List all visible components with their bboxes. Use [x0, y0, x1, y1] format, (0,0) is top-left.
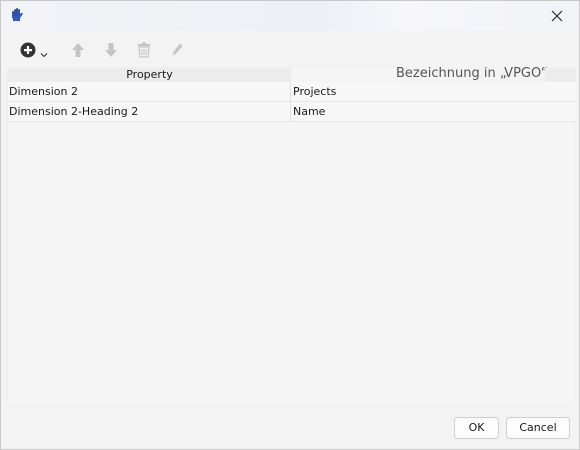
table-row[interactable]: Dimension 2 Projects — [8, 82, 576, 102]
designation-cell: Projects — [293, 85, 337, 98]
property-cell: Dimension 2-Heading 2 — [9, 102, 291, 121]
edit-button[interactable] — [168, 41, 186, 63]
property-table: Property Bezeichnung in „VPGO“ Dimension… — [7, 65, 576, 405]
chevron-down-icon — [40, 43, 48, 62]
table-row[interactable]: Dimension 2-Heading 2 Name — [8, 102, 576, 122]
add-button[interactable] — [17, 41, 51, 63]
property-cell: Dimension 2 — [9, 82, 291, 101]
toolbar — [7, 37, 575, 67]
table-header: Property Bezeichnung in „VPGO“ — [8, 65, 576, 83]
arrow-up-icon — [71, 42, 85, 62]
close-icon — [551, 7, 563, 26]
pencil-icon — [170, 42, 184, 62]
header-filler — [545, 68, 576, 82]
column-header-designation[interactable]: Bezeichnung in „VPGO“ — [396, 65, 552, 83]
title-bar — [1, 1, 579, 31]
cancel-button[interactable]: Cancel — [506, 417, 570, 439]
move-down-button[interactable] — [102, 41, 120, 63]
plus-circle-icon — [20, 41, 38, 63]
delete-button[interactable] — [135, 41, 153, 63]
dialog-window: Property Bezeichnung in „VPGO“ Dimension… — [0, 0, 580, 450]
hand-icon — [10, 7, 24, 23]
designation-cell: Name — [293, 105, 326, 118]
column-header-property[interactable]: Property — [8, 68, 291, 82]
trash-icon — [137, 42, 151, 62]
close-button[interactable] — [535, 1, 579, 31]
move-up-button[interactable] — [69, 41, 87, 63]
ok-button[interactable]: OK — [454, 417, 499, 439]
arrow-down-icon — [104, 42, 118, 62]
